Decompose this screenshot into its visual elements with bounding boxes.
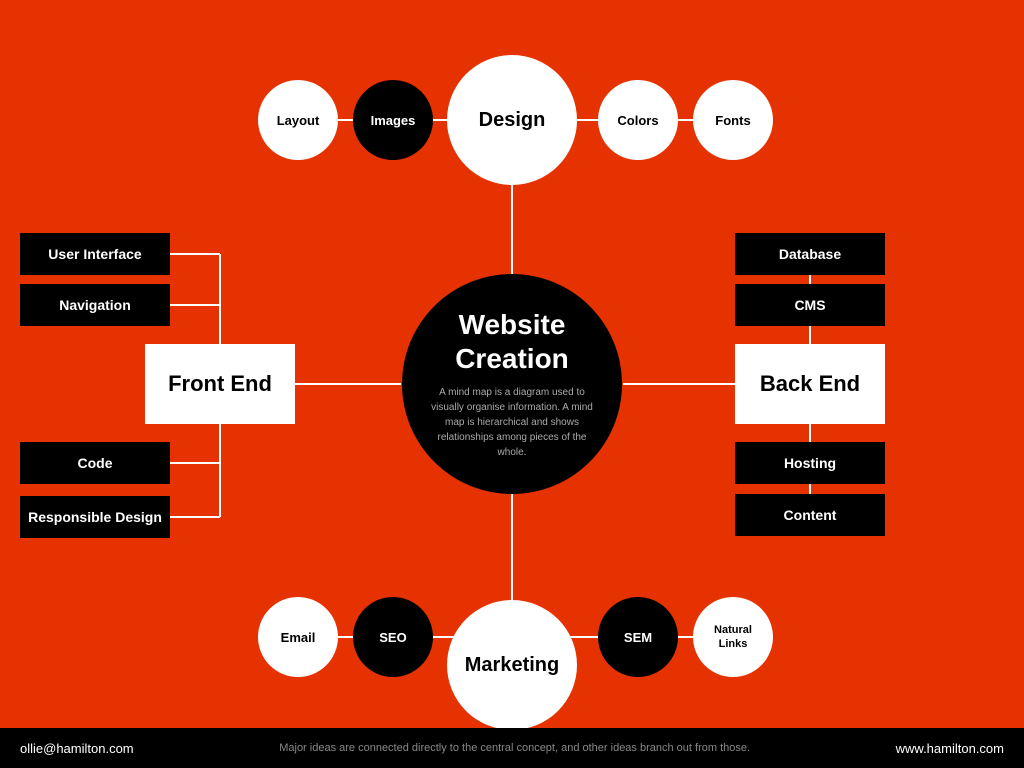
- hosting-node: Hosting: [735, 442, 885, 484]
- hosting-label: Hosting: [784, 455, 836, 471]
- design-node: Design: [447, 55, 577, 185]
- colors-label: Colors: [617, 113, 658, 128]
- mindmap-canvas: Website Creation A mind map is a diagram…: [0, 0, 1024, 768]
- fonts-label: Fonts: [715, 113, 750, 128]
- images-label: Images: [371, 113, 416, 128]
- seo-label: SEO: [379, 630, 406, 645]
- natural-links-label: Natural Links: [714, 623, 752, 652]
- user-interface-node: User Interface: [20, 233, 170, 275]
- backend-node: Back End: [735, 344, 885, 424]
- colors-node: Colors: [598, 80, 678, 160]
- email-label: Email: [281, 630, 316, 645]
- database-label: Database: [779, 246, 841, 262]
- navigation-label: Navigation: [59, 297, 131, 313]
- fonts-node: Fonts: [693, 80, 773, 160]
- email-node: Email: [258, 597, 338, 677]
- design-label: Design: [479, 109, 546, 132]
- backend-label: Back End: [760, 371, 860, 397]
- footer-center-text: Major ideas are connected directly to th…: [154, 742, 876, 754]
- images-node: Images: [353, 80, 433, 160]
- layout-label: Layout: [277, 113, 320, 128]
- central-node: Website Creation A mind map is a diagram…: [402, 274, 622, 494]
- content-node: Content: [735, 494, 885, 536]
- footer: ollie@hamilton.com Major ideas are conne…: [0, 728, 1024, 768]
- central-description: A mind map is a diagram used to visually…: [422, 385, 602, 460]
- layout-node: Layout: [258, 80, 338, 160]
- code-label: Code: [78, 455, 113, 471]
- code-node: Code: [20, 442, 170, 484]
- frontend-label: Front End: [168, 371, 272, 397]
- seo-node: SEO: [353, 597, 433, 677]
- footer-email: ollie@hamilton.com: [20, 741, 134, 756]
- user-interface-label: User Interface: [48, 246, 141, 262]
- navigation-node: Navigation: [20, 284, 170, 326]
- footer-website: www.hamilton.com: [896, 741, 1004, 756]
- cms-label: CMS: [794, 297, 825, 313]
- content-label: Content: [784, 507, 837, 523]
- responsible-design-label: Responsible Design: [28, 509, 162, 525]
- sem-node: SEM: [598, 597, 678, 677]
- sem-label: SEM: [624, 630, 652, 645]
- central-title: Website Creation: [455, 308, 569, 375]
- database-node: Database: [735, 233, 885, 275]
- frontend-node: Front End: [145, 344, 295, 424]
- marketing-label: Marketing: [465, 654, 559, 677]
- cms-node: CMS: [735, 284, 885, 326]
- natural-links-node: Natural Links: [693, 597, 773, 677]
- marketing-node: Marketing: [447, 600, 577, 730]
- responsible-design-node: Responsible Design: [20, 496, 170, 538]
